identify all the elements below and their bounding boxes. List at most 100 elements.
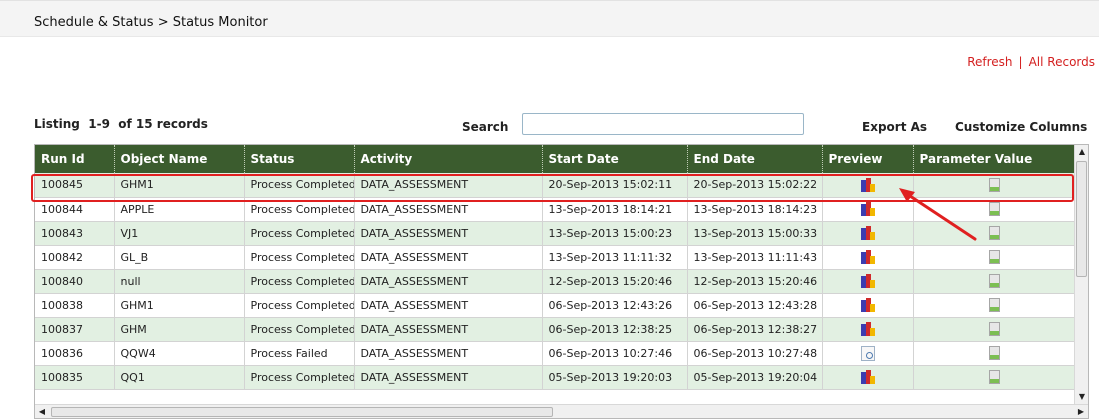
parameter-document-icon[interactable] [988,298,1000,312]
end-date-cell: 13-Sep-2013 18:14:23 [687,197,823,222]
vertical-scrollbar[interactable]: ▲ ▼ [1074,145,1088,404]
parameter-document-icon[interactable] [988,346,1000,360]
parameter-document-icon[interactable] [988,226,1000,240]
end-date-cell: 20-Sep-2013 15:02:22 [687,173,823,198]
run-id-cell: 100844 [35,197,115,222]
parameter-document-icon[interactable] [988,250,1000,264]
preview-cell [822,365,914,390]
start-date-cell: 12-Sep-2013 15:20:46 [542,269,688,294]
activity-cell: DATA_ASSESSMENT [354,269,543,294]
parameter-document-icon[interactable] [988,202,1000,216]
vertical-scroll-thumb[interactable] [1076,161,1087,277]
column-header-activity[interactable]: Activity [354,145,543,173]
column-header-run-id[interactable]: Run Id [35,145,115,173]
table-row[interactable]: 100843 VJ1 Process Completed DATA_ASSESS… [35,221,1076,246]
customize-columns-button[interactable]: Customize Columns [955,120,1087,134]
activity-cell: DATA_ASSESSMENT [354,245,543,270]
table-row[interactable]: 100840 null Process Completed DATA_ASSES… [35,269,1076,294]
parameter-document-icon[interactable] [988,274,1000,288]
chart-preview-icon[interactable] [860,322,876,336]
table-row[interactable]: 100838 GHM1 Process Completed DATA_ASSES… [35,293,1076,318]
status-cell: Process Completed [244,293,355,318]
activity-cell: DATA_ASSESSMENT [354,197,543,222]
search-input[interactable] [522,113,804,135]
parameter-document-icon[interactable] [988,177,1000,192]
status-table: Run Id Object Name Status Activity Start… [35,145,1076,390]
preview-cell [822,317,914,342]
end-date-cell: 13-Sep-2013 11:11:43 [687,245,823,270]
chart-preview-icon[interactable] [860,226,876,240]
table-row[interactable]: 100845 GHM1 Process Completed DATA_ASSES… [35,173,1076,198]
table-row[interactable]: 100842 GL_B Process Completed DATA_ASSES… [35,245,1076,270]
column-header-object-name[interactable]: Object Name [114,145,245,173]
object-name-cell: QQW4 [114,341,245,366]
end-date-cell: 06-Sep-2013 12:38:27 [687,317,823,342]
run-id-cell: 100845 [35,173,115,198]
parameter-cell [913,293,1076,318]
breadcrumb-bar: Schedule & Status > Status Monitor [0,0,1099,37]
status-cell: Process Completed [244,245,355,270]
export-as-button[interactable]: Export As [862,120,927,134]
refresh-link[interactable]: Refresh [967,55,1012,69]
status-cell: Process Completed [244,173,355,198]
activity-cell: DATA_ASSESSMENT [354,293,543,318]
end-date-cell: 06-Sep-2013 10:27:48 [687,341,823,366]
status-cell: Process Completed [244,365,355,390]
preview-cell [822,341,914,366]
end-date-cell: 13-Sep-2013 15:00:33 [687,221,823,246]
activity-cell: DATA_ASSESSMENT [354,365,543,390]
start-date-cell: 06-Sep-2013 10:27:46 [542,341,688,366]
parameter-cell [913,173,1076,198]
object-name-cell: GHM1 [114,293,245,318]
run-id-cell: 100840 [35,269,115,294]
object-name-cell: GHM1 [114,173,245,198]
activity-cell: DATA_ASSESSMENT [354,317,543,342]
parameter-cell [913,245,1076,270]
scroll-up-arrow-icon[interactable]: ▲ [1075,145,1088,159]
header-row: Run Id Object Name Status Activity Start… [35,145,1076,173]
end-date-cell: 06-Sep-2013 12:43:28 [687,293,823,318]
table-row[interactable]: 100835 QQ1 Process Completed DATA_ASSESS… [35,365,1076,390]
chart-preview-icon[interactable] [860,298,876,312]
column-header-end-date[interactable]: End Date [687,145,823,173]
search-label: Search [462,120,509,134]
parameter-cell [913,221,1076,246]
parameter-cell [913,269,1076,294]
activity-cell: DATA_ASSESSMENT [354,341,543,366]
horizontal-scroll-thumb[interactable] [51,407,553,417]
table-row[interactable]: 100837 GHM Process Completed DATA_ASSESS… [35,317,1076,342]
column-header-parameter-value[interactable]: Parameter Value [913,145,1076,173]
scroll-down-arrow-icon[interactable]: ▼ [1075,390,1088,404]
all-records-link[interactable]: All Records [1029,55,1095,69]
horizontal-scrollbar[interactable]: ◀ ▶ [35,404,1088,418]
object-name-cell: VJ1 [114,221,245,246]
scroll-right-arrow-icon[interactable]: ▶ [1074,405,1088,418]
activity-cell: DATA_ASSESSMENT [354,221,543,246]
chart-preview-icon[interactable] [860,202,876,216]
run-id-cell: 100838 [35,293,115,318]
column-header-start-date[interactable]: Start Date [542,145,688,173]
start-date-cell: 20-Sep-2013 15:02:11 [542,173,688,198]
preview-cell [822,293,914,318]
chart-preview-icon[interactable] [860,370,876,384]
status-grid: Run Id Object Name Status Activity Start… [34,144,1089,419]
activity-cell: DATA_ASSESSMENT [354,173,543,198]
link-separator: | [1018,55,1023,69]
column-header-preview[interactable]: Preview [822,145,914,173]
column-header-status[interactable]: Status [244,145,355,173]
document-search-icon[interactable] [860,345,875,361]
preview-cell [822,269,914,294]
table-row[interactable]: 100836 QQW4 Process Failed DATA_ASSESSME… [35,341,1076,366]
parameter-cell [913,197,1076,222]
start-date-cell: 13-Sep-2013 15:00:23 [542,221,688,246]
preview-cell [822,221,914,246]
chart-preview-icon[interactable] [860,274,876,288]
chart-preview-icon[interactable] [860,250,876,264]
preview-cell [822,173,914,198]
parameter-document-icon[interactable] [988,322,1000,336]
scroll-left-arrow-icon[interactable]: ◀ [35,405,49,418]
chart-preview-icon[interactable] [860,177,876,192]
table-row[interactable]: 100844 APPLE Process Completed DATA_ASSE… [35,197,1076,222]
object-name-cell: QQ1 [114,365,245,390]
parameter-document-icon[interactable] [988,370,1000,384]
